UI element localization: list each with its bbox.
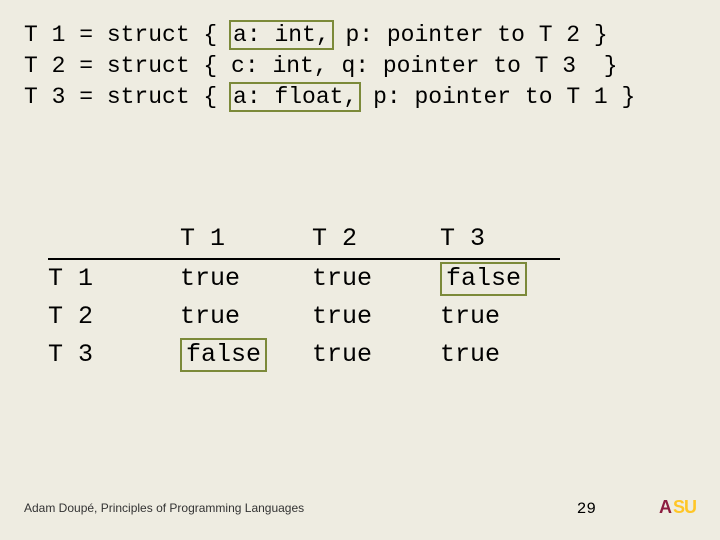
t3-post: p: pointer to T 1 } bbox=[359, 84, 635, 110]
asu-logo: ASU bbox=[659, 497, 696, 518]
cell: true bbox=[312, 260, 440, 298]
cell: true bbox=[440, 298, 560, 336]
header-t3: T 3 bbox=[440, 220, 560, 260]
row-label: T 1 bbox=[48, 260, 180, 298]
t3-highlight: a: float, bbox=[229, 82, 361, 112]
table-row: T 3false truetrue bbox=[48, 336, 560, 374]
logo-a: A bbox=[659, 497, 671, 518]
cell: true bbox=[312, 298, 440, 336]
logo-su: SU bbox=[673, 497, 696, 518]
struct-definitions: T 1 = struct { a: int, p: pointer to T 2… bbox=[24, 20, 635, 113]
row-label: T 3 bbox=[48, 336, 180, 374]
t1-pre: T 1 = struct { bbox=[24, 22, 231, 48]
cell: true bbox=[180, 298, 312, 336]
page-number: 29 bbox=[577, 500, 596, 518]
table-row: T 2truetruetrue bbox=[48, 298, 560, 336]
t3-pre: T 3 = struct { bbox=[24, 84, 231, 110]
row-label: T 2 bbox=[48, 298, 180, 336]
t1-post: p: pointer to T 2 } bbox=[332, 22, 608, 48]
cell: true bbox=[180, 260, 312, 298]
cell: true bbox=[440, 336, 560, 374]
header-blank bbox=[48, 220, 180, 260]
header-t2: T 2 bbox=[312, 220, 440, 260]
cell: false bbox=[180, 336, 312, 374]
equivalence-table: T 1 T 2 T 3 T 1truetruefalseT 2truetruet… bbox=[48, 220, 560, 374]
t2-line: T 2 = struct { c: int, q: pointer to T 3… bbox=[24, 53, 618, 79]
cell: true bbox=[312, 336, 440, 374]
slide-footer: Adam Doupé, Principles of Programming La… bbox=[24, 497, 696, 518]
boxed-value: false bbox=[180, 338, 267, 372]
t1-highlight: a: int, bbox=[229, 20, 334, 50]
table-row: T 1truetruefalse bbox=[48, 260, 560, 298]
header-t1: T 1 bbox=[180, 220, 312, 260]
cell: false bbox=[440, 260, 560, 298]
table-header-row: T 1 T 2 T 3 bbox=[48, 220, 560, 260]
credit-text: Adam Doupé, Principles of Programming La… bbox=[24, 501, 304, 515]
boxed-value: false bbox=[440, 262, 527, 296]
